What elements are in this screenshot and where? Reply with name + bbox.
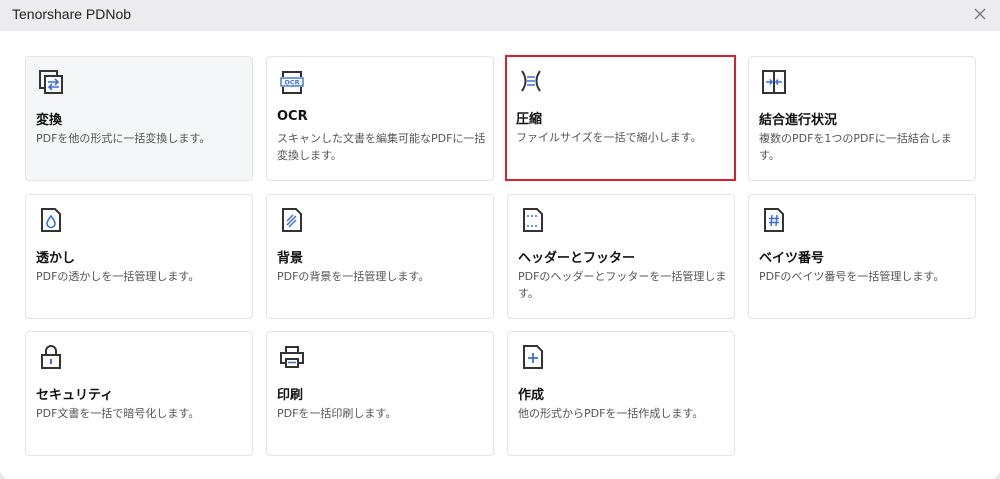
tool-description: PDFを一括印刷します。 <box>277 407 397 420</box>
tool-card-watermark[interactable]: 透かし PDFの透かしを一括管理します。 <box>25 194 253 319</box>
tool-card-convert[interactable]: 変換 PDFを他の形式に一括変換します。 <box>25 56 253 181</box>
tool-description: PDFの背景を一括管理します。 <box>277 270 430 283</box>
convert-icon <box>37 68 65 96</box>
tool-description: ファイルサイズを一括で縮小します。 <box>516 131 702 144</box>
svg-text:OCR: OCR <box>284 79 299 87</box>
batch-tools-window: Tenorshare PDNob 変換 PDFを他の形式に一括変換します。 OC… <box>0 0 1000 479</box>
tool-description: PDFのベイツ番号を一括管理します。 <box>759 270 945 283</box>
close-button[interactable] <box>970 4 990 24</box>
tool-name: ベイツ番号 <box>759 251 825 266</box>
lock-icon <box>37 343 65 371</box>
window-title: Tenorshare PDNob <box>12 6 132 22</box>
tool-card-ocr[interactable]: OCR OCR スキャンした文書を編集可能なPDFに一括変換します。 <box>266 56 494 181</box>
tool-name: OCR <box>277 109 308 124</box>
watermark-icon <box>37 206 65 234</box>
tool-description: 複数のPDFを1つのPDFに一括結合します。 <box>759 132 952 162</box>
tool-card-print[interactable]: 印刷 PDFを一括印刷します。 <box>266 331 494 456</box>
tool-description: 他の形式からPDFを一括作成します。 <box>518 407 704 420</box>
tool-card-merge[interactable]: 結合進行状況 複数のPDFを1つのPDFに一括結合します。 <box>748 56 976 181</box>
tool-card-create[interactable]: 作成 他の形式からPDFを一括作成します。 <box>507 331 735 456</box>
merge-icon <box>760 68 788 96</box>
tool-card-bates-number[interactable]: ベイツ番号 PDFのベイツ番号を一括管理します。 <box>748 194 976 319</box>
tool-name: 結合進行状況 <box>759 113 838 128</box>
tool-name: 背景 <box>277 251 304 266</box>
tool-card-security[interactable]: セキュリティ PDF文書を一括で暗号化します。 <box>25 331 253 456</box>
tool-name: 作成 <box>518 388 545 403</box>
ocr-icon: OCR <box>278 68 306 96</box>
tool-name: 印刷 <box>277 388 304 403</box>
tool-name: ヘッダーとフッター <box>518 251 636 266</box>
tool-description: PDFのヘッダーとフッターを一括管理します。 <box>518 270 727 300</box>
tool-description: PDFを他の形式に一括変換します。 <box>36 132 211 145</box>
compress-icon <box>517 67 545 95</box>
tool-name: 透かし <box>36 251 76 266</box>
bates-number-icon <box>760 206 788 234</box>
create-icon <box>519 343 547 371</box>
tool-card-compress[interactable]: 圧縮 ファイルサイズを一括で縮小します。 <box>505 55 736 181</box>
tool-description: PDF文書を一括で暗号化します。 <box>36 407 200 420</box>
header-footer-icon <box>519 206 547 234</box>
tool-card-background[interactable]: 背景 PDFの背景を一括管理します。 <box>266 194 494 319</box>
tool-card-header-footer[interactable]: ヘッダーとフッター PDFのヘッダーとフッターを一括管理します。 <box>507 194 735 319</box>
printer-icon <box>278 343 306 371</box>
background-icon <box>278 206 306 234</box>
tool-description: スキャンした文書を編集可能なPDFに一括変換します。 <box>277 132 486 162</box>
tool-name: 変換 <box>36 113 63 128</box>
tool-name: セキュリティ <box>36 388 114 403</box>
tool-name: 圧縮 <box>516 112 543 127</box>
tool-description: PDFの透かしを一括管理します。 <box>36 270 200 283</box>
close-icon <box>974 8 986 20</box>
title-bar: Tenorshare PDNob <box>0 0 1000 31</box>
